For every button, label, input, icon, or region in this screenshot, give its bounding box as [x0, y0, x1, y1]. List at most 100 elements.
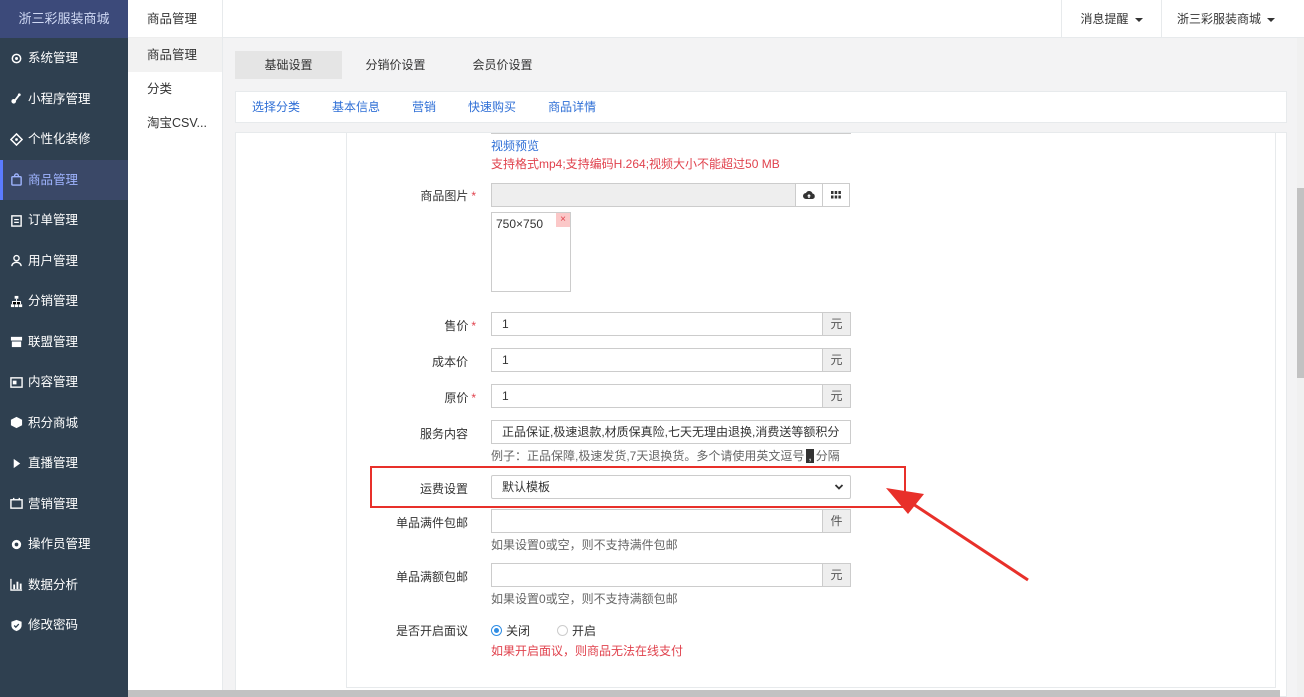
original-price-input[interactable]: 1 — [491, 384, 823, 408]
radio-on-label: 开启 — [572, 624, 597, 638]
sidebar-item-label: 商品管理 — [28, 172, 79, 187]
original-price-label: 原价 * — [336, 389, 476, 406]
subtab-marketing[interactable]: 营销 — [396, 92, 452, 122]
radio-negotiable-off[interactable]: 关闭 — [491, 622, 530, 639]
sidebar-item-label: 分销管理 — [28, 294, 79, 308]
sidebar-item-13[interactable]: 数据分析 — [0, 565, 128, 606]
cog-icon — [10, 538, 23, 551]
subtab-quick-buy[interactable]: 快速购买 — [452, 92, 532, 122]
free-amount-unit: 元 — [822, 563, 851, 587]
sidebar-item-label: 数据分析 — [28, 577, 79, 592]
play-icon — [10, 457, 23, 470]
settings-tabs: 基础设置 分销价设置 会员价设置 — [235, 51, 556, 79]
sub-item-product-manage[interactable]: 商品管理 — [128, 38, 222, 72]
radio-dot — [557, 625, 568, 636]
sitemap-icon — [10, 295, 23, 308]
tab-distribution-price[interactable]: 分销价设置 — [342, 51, 449, 79]
image-url-input[interactable] — [491, 183, 796, 207]
free-amount-hint: 如果设置0或空，则不支持满额包邮 — [491, 592, 678, 606]
subtab-basic-info[interactable]: 基本信息 — [316, 92, 396, 122]
notifications-label: 消息提醒 — [1080, 12, 1129, 26]
annotation-arrow-icon — [886, 488, 1029, 582]
sidebar-item-11[interactable]: 营销管理 — [0, 484, 128, 525]
sidebar-item-label: 小程序管理 — [28, 91, 91, 106]
required-mark: * — [471, 391, 476, 405]
sidebar-item-2[interactable]: 个性化装修 — [0, 119, 128, 160]
sidebar-item-label: 操作员管理 — [28, 537, 91, 551]
sidebar-item-label: 积分商城 — [28, 415, 79, 430]
user-icon — [10, 254, 23, 267]
marketing-icon — [10, 497, 23, 510]
sub-item-category[interactable]: 分类 — [128, 72, 222, 106]
tab-basic-settings[interactable]: 基础设置 — [235, 51, 342, 79]
negotiable-hint: 如果开启面议，则商品无法在线支付 — [491, 644, 684, 658]
radio-dot-checked — [491, 625, 502, 636]
sidebar-item-14[interactable]: 修改密码 — [0, 605, 128, 646]
sidebar-item-4[interactable]: 订单管理 — [0, 200, 128, 241]
form-inner — [346, 133, 1276, 688]
store-icon — [10, 335, 23, 348]
sidebar-item-8[interactable]: 内容管理 — [0, 362, 128, 403]
scrollbar-thumb[interactable] — [1297, 188, 1304, 378]
service-label: 服务内容 — [419, 427, 468, 441]
annotation-highlight-box — [370, 466, 906, 508]
sub-sidebar: 商品管理 商品管理 分类 淘宝CSV... — [128, 0, 223, 697]
required-mark: * — [471, 319, 476, 333]
horizontal-scrollbar[interactable] — [128, 690, 1280, 697]
shield-icon — [10, 619, 23, 632]
cost-unit: 元 — [822, 348, 851, 372]
service-input[interactable]: 正品保证,极速退款,材质保真险,七天无理由退换,消费送等额积分 — [491, 420, 851, 444]
gear-icon — [10, 52, 23, 65]
price-input[interactable]: 1 — [491, 312, 823, 336]
store-dropdown[interactable]: 浙三彩服装商城 — [1161, 0, 1290, 38]
image-gallery-button[interactable] — [822, 183, 850, 207]
link-icon — [10, 92, 23, 105]
sidebar-item-1[interactable]: 小程序管理 — [0, 79, 128, 120]
cost-label: 成本价 — [431, 355, 468, 369]
image-thumbnail: 750×750 × — [491, 212, 571, 292]
sidebar: 浙三彩服装商城 系统管理小程序管理个性化装修商品管理订单管理用户管理分销管理联盟… — [0, 0, 128, 697]
brand-title: 浙三彩服装商城 — [0, 0, 128, 38]
original-price-label-text: 原价 — [444, 391, 469, 405]
sidebar-item-10[interactable]: 直播管理 — [0, 443, 128, 484]
sidebar-item-0[interactable]: 系统管理 — [0, 38, 128, 79]
sub-item-taobao-csv[interactable]: 淘宝CSV... — [128, 106, 222, 140]
radio-negotiable-on[interactable]: 开启 — [557, 622, 596, 639]
grid-icon — [831, 191, 841, 199]
sidebar-item-9[interactable]: 积分商城 — [0, 403, 128, 444]
image-label: 商品图片 * — [336, 187, 476, 204]
upload-cloud-button[interactable] — [795, 183, 823, 207]
form-panel — [235, 132, 1287, 697]
caret-down-icon — [1134, 17, 1143, 22]
subtab-select-category[interactable]: 选择分类 — [236, 92, 316, 122]
store-label: 浙三彩服装商城 — [1176, 12, 1261, 26]
content-icon — [10, 376, 23, 389]
top-bar: 消息提醒 浙三彩服装商城 — [223, 0, 1304, 38]
subtab-product-detail[interactable]: 商品详情 — [532, 92, 612, 122]
sidebar-item-3[interactable]: 商品管理 — [0, 159, 128, 200]
tab-member-price[interactable]: 会员价设置 — [449, 51, 556, 79]
required-mark: * — [471, 189, 476, 203]
price-label-text: 售价 — [444, 319, 469, 333]
sidebar-item-label: 联盟管理 — [28, 334, 79, 349]
sidebar-item-6[interactable]: 分销管理 — [0, 281, 128, 322]
bag-icon — [10, 173, 23, 187]
free-amount-input[interactable] — [491, 563, 823, 587]
bar-chart-icon — [10, 578, 23, 591]
video-preview-link[interactable]: 视频预览 — [491, 137, 539, 154]
sidebar-item-label: 用户管理 — [28, 253, 79, 268]
image-label-text: 商品图片 — [420, 189, 469, 203]
free-count-input[interactable] — [491, 509, 823, 533]
vertical-scrollbar[interactable] — [1297, 38, 1304, 697]
negotiable-label: 是否开启面议 — [395, 624, 468, 638]
sidebar-item-5[interactable]: 用户管理 — [0, 241, 128, 282]
sidebar-item-7[interactable]: 联盟管理 — [0, 322, 128, 363]
video-hint: 支持格式mp4;支持编码H.264;视频大小不能超过50 MB — [491, 157, 780, 171]
remove-image-icon[interactable]: × — [556, 213, 570, 227]
sidebar-item-label: 内容管理 — [28, 375, 79, 389]
cost-input[interactable]: 1 — [491, 348, 823, 372]
comma-highlight: , — [806, 449, 814, 463]
free-count-hint: 如果设置0或空，则不支持满件包邮 — [491, 538, 678, 552]
sidebar-item-12[interactable]: 操作员管理 — [0, 524, 128, 565]
notifications-dropdown[interactable]: 消息提醒 — [1061, 0, 1161, 38]
